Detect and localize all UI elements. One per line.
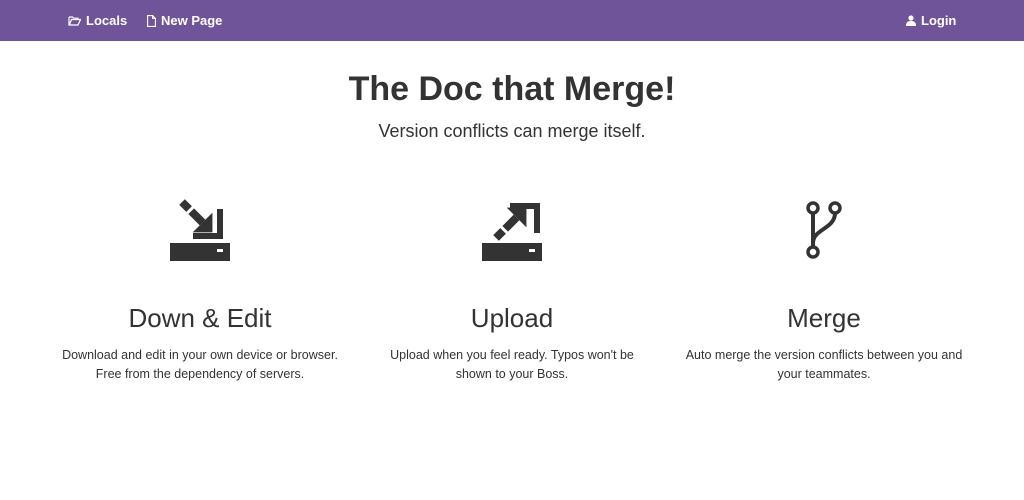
nav-login-label: Login bbox=[921, 13, 957, 28]
user-icon bbox=[906, 15, 916, 26]
folder-open-icon bbox=[68, 16, 81, 26]
feature-merge: Merge Auto merge the version conflicts b… bbox=[664, 190, 984, 381]
feature-title: Merge bbox=[787, 303, 861, 333]
nav-locals-label: Locals bbox=[86, 13, 128, 28]
feature-title: Down & Edit bbox=[128, 303, 272, 333]
file-icon bbox=[147, 14, 156, 27]
nav-new-page-link[interactable]: New Page bbox=[147, 0, 222, 41]
nav-login-link[interactable]: Login bbox=[906, 0, 956, 41]
feature-upload: Upload Upload when you feel ready. Typos… bbox=[352, 190, 672, 381]
nav-new-page-label: New Page bbox=[161, 13, 223, 28]
page-subtitle: Version conflicts can merge itself. bbox=[378, 121, 646, 141]
feature-description: Auto merge the version conflicts between… bbox=[685, 348, 963, 381]
upload-icon bbox=[482, 203, 542, 261]
nav-locals-link[interactable]: Locals bbox=[68, 0, 127, 41]
feature-description: Upload when you feel ready. Typos won't … bbox=[390, 348, 634, 381]
feature-description: Download and edit in your own device or … bbox=[62, 348, 338, 381]
download-icon bbox=[170, 199, 230, 261]
top-navbar: Locals New Page Login bbox=[0, 0, 1024, 41]
feature-title: Upload bbox=[470, 303, 554, 333]
merge-branch-icon bbox=[806, 201, 842, 259]
feature-down-edit: Down & Edit Download and edit in your ow… bbox=[40, 190, 360, 381]
page-title: The Doc that Merge! bbox=[348, 70, 676, 108]
